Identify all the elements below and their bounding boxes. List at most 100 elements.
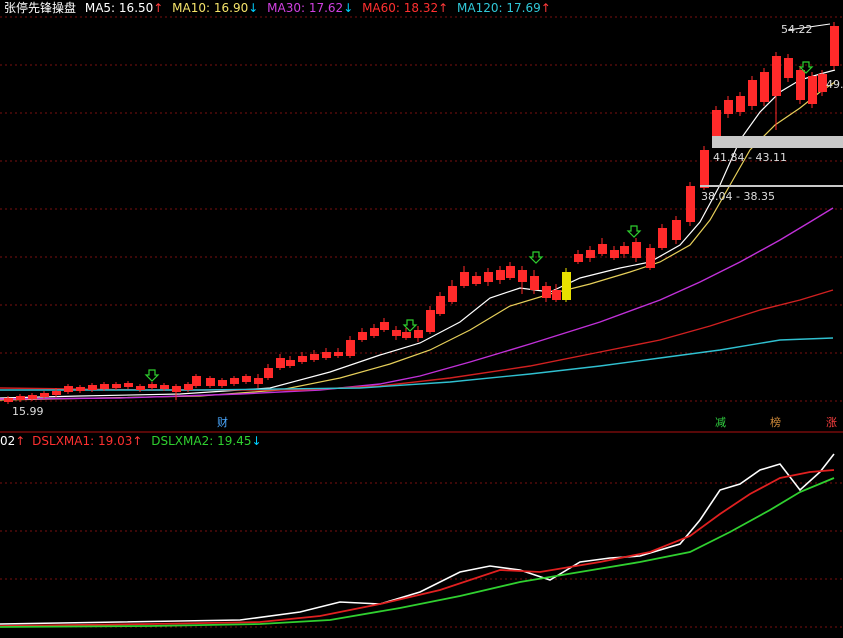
- candle-body: [64, 386, 73, 392]
- dsl2-label: DSLXMA2:: [151, 434, 214, 448]
- price-zone-band-1: [712, 136, 843, 148]
- ma30-label: MA30:: [267, 1, 305, 15]
- candle-body: [310, 354, 319, 360]
- candle-body: [124, 383, 133, 387]
- candle-body: [136, 386, 145, 390]
- candle-body: [574, 254, 583, 262]
- stock-chart[interactable]: [0, 0, 843, 638]
- ma30-arrow: ↓: [343, 1, 354, 15]
- candle-body: [436, 296, 445, 314]
- dsl-white-line: [0, 453, 835, 625]
- ma5-value: 16.50: [118, 1, 154, 15]
- ma10-line: [0, 81, 836, 401]
- candle-body: [736, 96, 745, 112]
- ma30-value: 17.62: [308, 1, 344, 15]
- candle-body: [254, 378, 263, 384]
- candle-body: [658, 228, 667, 248]
- candle-body: [298, 356, 307, 362]
- ma120-label: MA120:: [457, 1, 503, 15]
- low-price-label: 15.99: [12, 405, 44, 418]
- candle-body: [760, 72, 769, 102]
- ma10-label: MA10:: [172, 1, 211, 15]
- ma60-label: MA60:: [362, 1, 400, 15]
- candle-body: [370, 328, 379, 336]
- indicator-name[interactable]: 张停先锋操盘: [4, 1, 76, 15]
- sub-prefix-arrow: ↑: [15, 434, 26, 448]
- candle-body: [40, 393, 49, 397]
- candle-body: [264, 368, 273, 378]
- dsl2-legend: DSLXMA2: 19.45↓: [151, 434, 261, 448]
- candle-body: [334, 352, 343, 356]
- candle-body: [402, 332, 411, 338]
- candle-body: [88, 385, 97, 390]
- candle-body: [76, 387, 85, 391]
- candle-body: [16, 396, 25, 400]
- candle-body: [646, 248, 655, 268]
- sub-prefix: 02↑: [0, 434, 25, 448]
- candle-body: [796, 70, 805, 100]
- candle-body: [218, 380, 227, 386]
- candle-body: [530, 276, 539, 290]
- candle-body: [286, 360, 295, 366]
- candle-body: [610, 250, 619, 258]
- candle-body: [632, 242, 641, 258]
- ma5-label: MA5:: [84, 1, 116, 15]
- candle-body: [712, 110, 721, 136]
- candle-body: [518, 270, 527, 282]
- sub-grid-lines: [0, 482, 843, 628]
- candle-body: [276, 358, 285, 368]
- dsl-ma1-line: [0, 469, 835, 627]
- candle-body: [484, 272, 493, 282]
- ma10-value: 16.90: [213, 1, 249, 15]
- candle-body: [172, 386, 181, 392]
- ma5-arrow: ↑: [153, 1, 164, 15]
- candle-body: [148, 384, 157, 388]
- candle-body: [28, 395, 37, 399]
- candle-body: [230, 378, 239, 384]
- candle-body: [414, 330, 423, 338]
- candle-body: [830, 26, 839, 66]
- candle-body: [346, 340, 355, 356]
- ma30-legend: MA30: 17.62↓: [267, 1, 353, 15]
- ma5-line: [0, 69, 836, 399]
- candle-body: [448, 286, 457, 302]
- buy-signal-arrow-icon: [626, 225, 642, 238]
- candle-body: [542, 286, 551, 298]
- candle-body: [426, 310, 435, 332]
- dsl-indicator-lines: [0, 453, 835, 628]
- candle-body: [620, 246, 629, 254]
- event-tag-bang[interactable]: 榜: [770, 416, 781, 429]
- candle-body: [472, 276, 481, 284]
- candle-body: [552, 290, 561, 300]
- candle-body: [242, 376, 251, 382]
- candle-body: [160, 385, 169, 389]
- candle-body: [506, 266, 515, 278]
- ma-legend: 张停先锋操盘 MA5: 16.50↑ MA10: 16.90↓ MA30: 17…: [0, 0, 556, 16]
- candle-body: [392, 330, 401, 336]
- dsl1-label: DSLXMA1:: [32, 434, 95, 448]
- dsl1-value: 19.03: [98, 434, 133, 448]
- event-tag-cai[interactable]: 财: [217, 416, 228, 429]
- event-tag-jian[interactable]: 减: [715, 416, 726, 429]
- candle-body: [748, 80, 757, 106]
- ma60-arrow: ↑: [438, 1, 449, 15]
- ma10-legend: MA10: 16.90↓: [172, 1, 258, 15]
- candle-body: [112, 384, 121, 388]
- candle-body: [808, 76, 817, 104]
- zone2-price-label: 38.04 - 38.35: [701, 190, 775, 203]
- candle-body: [100, 384, 109, 389]
- candle-body: [4, 398, 13, 402]
- candle-body: [686, 186, 695, 222]
- event-tag-zhang[interactable]: 涨: [826, 416, 837, 429]
- candle-body: [322, 352, 331, 358]
- candle-body: [206, 378, 215, 386]
- candle-body: [496, 270, 505, 280]
- candle-body: [380, 322, 389, 330]
- candle-body: [562, 272, 571, 300]
- buy-signal-arrow-icon: [144, 369, 160, 382]
- zone1-price-label: 41.84 - 43.11: [713, 151, 787, 164]
- ma120-value: 17.69: [506, 1, 541, 15]
- dsl-ma2-line: [0, 477, 835, 628]
- buy-signal-arrows: [144, 61, 814, 382]
- ma60-legend: MA60: 18.32↑: [362, 1, 448, 15]
